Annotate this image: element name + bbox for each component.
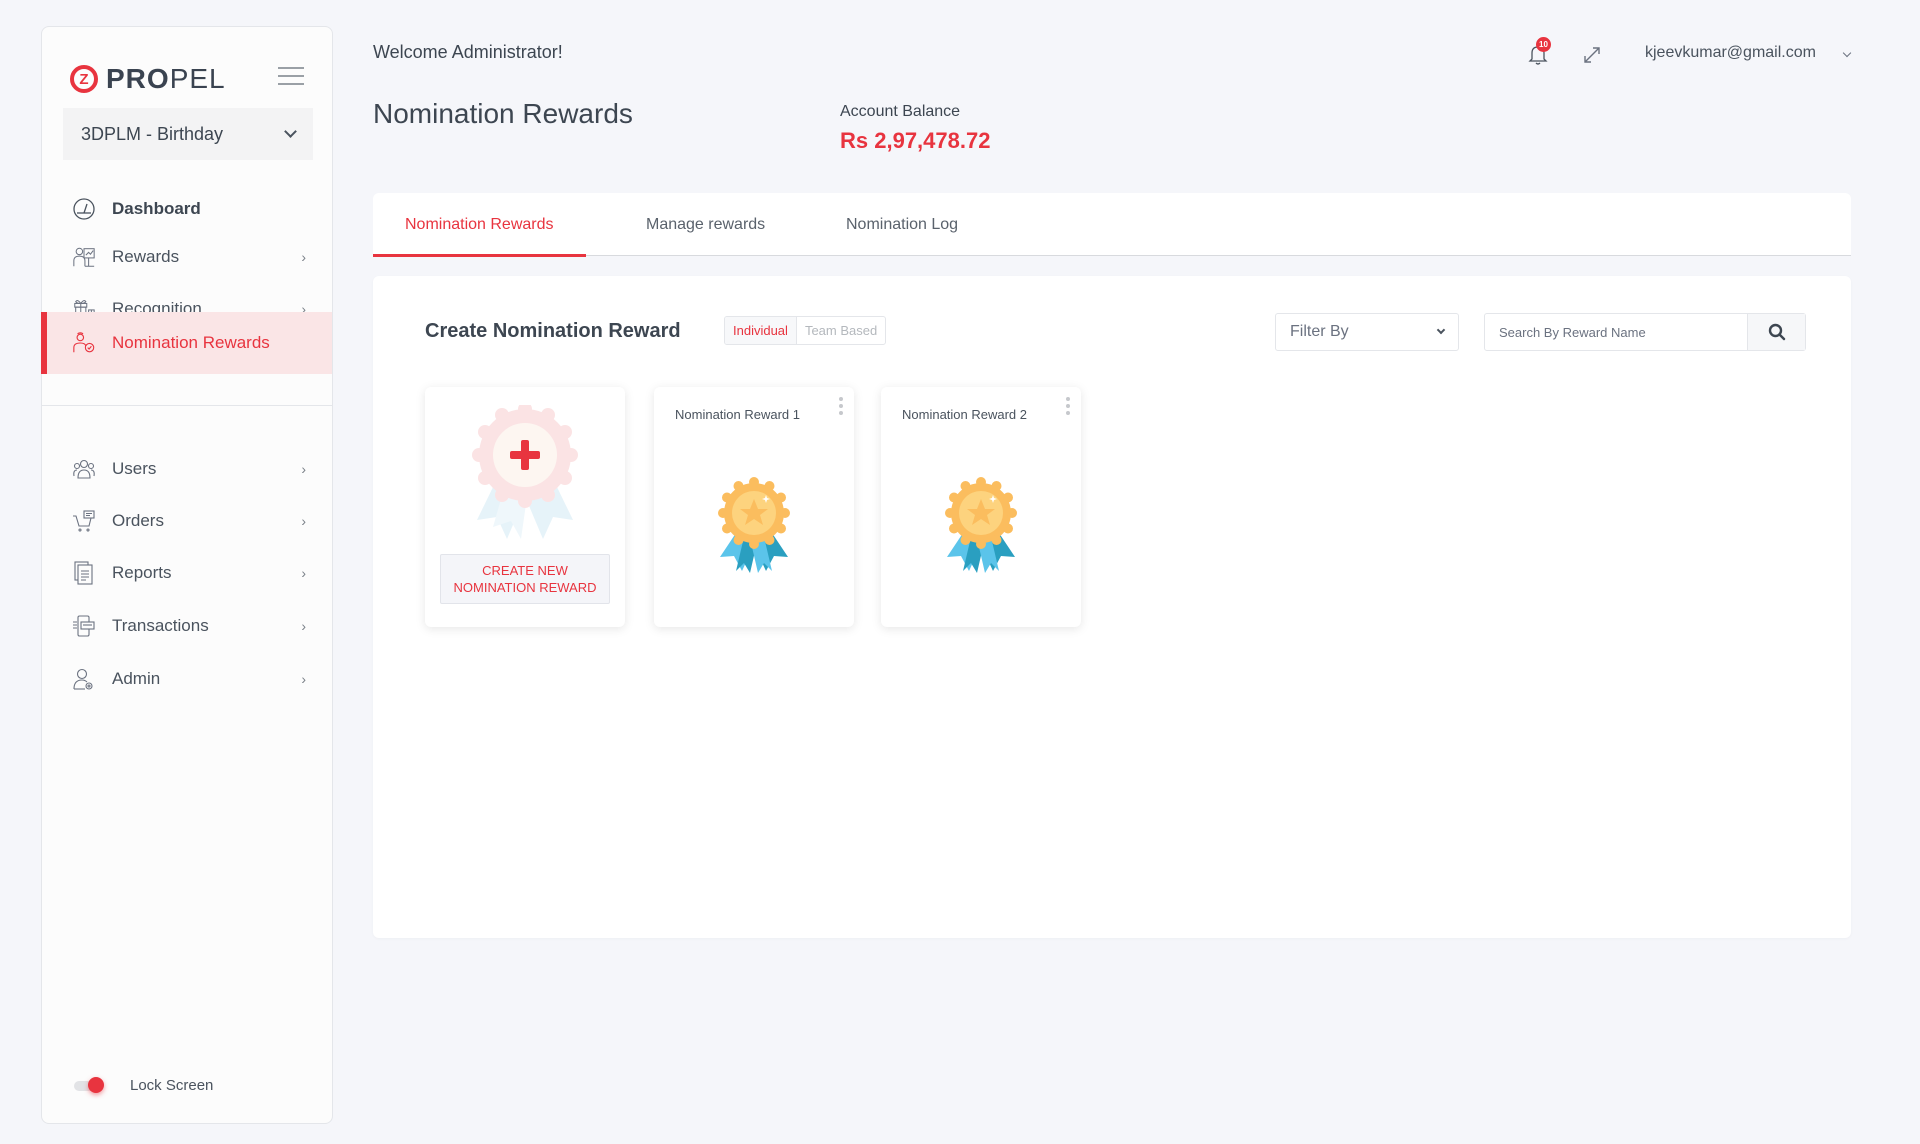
logo-text-light: PEL xyxy=(169,63,226,94)
notification-count-badge: 10 xyxy=(1536,37,1551,52)
chevron-down-icon[interactable] xyxy=(1842,48,1852,58)
chevron-right-icon: › xyxy=(301,461,306,477)
sidebar-divider xyxy=(42,405,332,406)
reward-type-toggle: Individual Team Based xyxy=(724,316,887,345)
search-icon xyxy=(1768,323,1785,341)
sidebar-item-label: Rewards xyxy=(112,247,180,266)
section-title: Create Nomination Reward xyxy=(425,320,681,342)
fullscreen-expand-icon[interactable] xyxy=(1583,46,1601,64)
users-group-icon xyxy=(72,457,96,481)
sidebar-item-orders[interactable]: Orders › xyxy=(42,499,332,543)
chevron-right-icon: › xyxy=(301,249,306,265)
sidebar-item-nomination-rewards[interactable]: Nomination Rewards xyxy=(41,312,332,374)
filter-by-select[interactable]: Filter By xyxy=(1275,313,1459,351)
rewards-panel: Create Nomination Reward Individual Team… xyxy=(373,276,1851,938)
sidebar-item-admin[interactable]: Admin › xyxy=(42,657,332,701)
reward-card[interactable]: Nomination Reward 2 xyxy=(881,387,1081,627)
nomination-user-badge-icon xyxy=(72,331,96,355)
sidebar-item-label: Reports xyxy=(112,563,172,582)
sidebar: Z PROPEL 3DPLM - Birthday Dashboard Rewa… xyxy=(41,26,333,1124)
sidebar-item-label: Transactions xyxy=(112,616,209,635)
search-reward-input[interactable] xyxy=(1485,314,1747,350)
transactions-icon xyxy=(72,614,96,638)
chevron-right-icon: › xyxy=(301,513,306,529)
welcome-message: Welcome Administrator! xyxy=(373,42,563,62)
search-button[interactable] xyxy=(1747,314,1805,350)
chevron-down-icon xyxy=(284,125,297,138)
lock-screen-toggle[interactable] xyxy=(74,1076,104,1093)
sidebar-item-dashboard[interactable]: Dashboard xyxy=(42,187,332,231)
account-balance-label: Account Balance xyxy=(840,103,961,120)
lock-screen: Lock Screen xyxy=(74,1076,214,1094)
tab-nomination-log[interactable]: Nomination Log xyxy=(846,193,958,256)
admin-user-gear-icon xyxy=(72,667,96,691)
dashboard-gauge-icon xyxy=(72,197,96,221)
tab-manage-rewards[interactable]: Manage rewards xyxy=(646,193,765,256)
hamburger-menu-icon[interactable] xyxy=(278,67,304,85)
sidebar-item-rewards[interactable]: Rewards › xyxy=(42,235,332,279)
search-box xyxy=(1484,313,1806,351)
sidebar-item-transactions[interactable]: Transactions › xyxy=(42,604,332,648)
user-menu[interactable]: kjeevkumar@gmail.com xyxy=(1645,44,1816,62)
tabs-bar: Nomination Rewards Manage rewards Nomina… xyxy=(373,193,1851,257)
sidebar-item-label: Users xyxy=(112,459,157,478)
rewards-presenter-icon xyxy=(72,245,96,269)
chevron-right-icon: › xyxy=(301,618,306,634)
program-select[interactable]: 3DPLM - Birthday xyxy=(63,108,313,160)
reward-card[interactable]: Nomination Reward 1 xyxy=(654,387,854,627)
reward-name: Nomination Reward 2 xyxy=(902,407,1028,422)
gold-medal-icon xyxy=(718,477,790,573)
document-icon xyxy=(72,561,96,585)
lock-screen-label: Lock Screen xyxy=(130,1077,214,1094)
individual-option[interactable]: Individual xyxy=(725,317,797,344)
sidebar-item-label: Orders xyxy=(112,511,164,530)
sidebar-item-reports[interactable]: Reports › xyxy=(42,551,332,595)
filter-by-placeholder: Filter By xyxy=(1290,323,1349,340)
tab-nomination-rewards[interactable]: Nomination Rewards xyxy=(373,193,585,257)
create-new-nomination-reward-button[interactable]: CREATE NEW NOMINATION REWARD xyxy=(440,554,610,604)
propel-logo[interactable]: Z PROPEL xyxy=(70,63,226,95)
propel-logo-icon: Z xyxy=(70,65,98,93)
page-title: Nomination Rewards xyxy=(373,98,633,129)
more-options-icon[interactable] xyxy=(1065,397,1071,415)
sidebar-item-label: Dashboard xyxy=(112,199,201,218)
logo-text: PROPEL xyxy=(106,63,226,95)
sidebar-item-label: Admin xyxy=(112,669,161,688)
account-balance-value: Rs 2,97,478.72 xyxy=(840,128,991,153)
logo-text-bold: PRO xyxy=(106,63,170,94)
chevron-right-icon: › xyxy=(301,671,306,687)
reward-name: Nomination Reward 1 xyxy=(675,407,801,422)
add-reward-medal-icon xyxy=(472,405,578,539)
sidebar-item-label: Nomination Rewards xyxy=(112,333,270,352)
team-based-option[interactable]: Team Based xyxy=(797,317,885,344)
cart-icon xyxy=(72,509,96,533)
more-options-icon[interactable] xyxy=(838,397,844,415)
sidebar-item-users[interactable]: Users › xyxy=(42,447,332,491)
program-select-value: 3DPLM - Birthday xyxy=(81,123,224,144)
create-button-label: CREATE NEW NOMINATION REWARD xyxy=(453,563,597,595)
create-reward-card[interactable]: CREATE NEW NOMINATION REWARD xyxy=(425,387,625,627)
chevron-right-icon: › xyxy=(301,565,306,581)
chevron-down-icon xyxy=(1436,325,1446,334)
gold-medal-icon xyxy=(945,477,1017,573)
